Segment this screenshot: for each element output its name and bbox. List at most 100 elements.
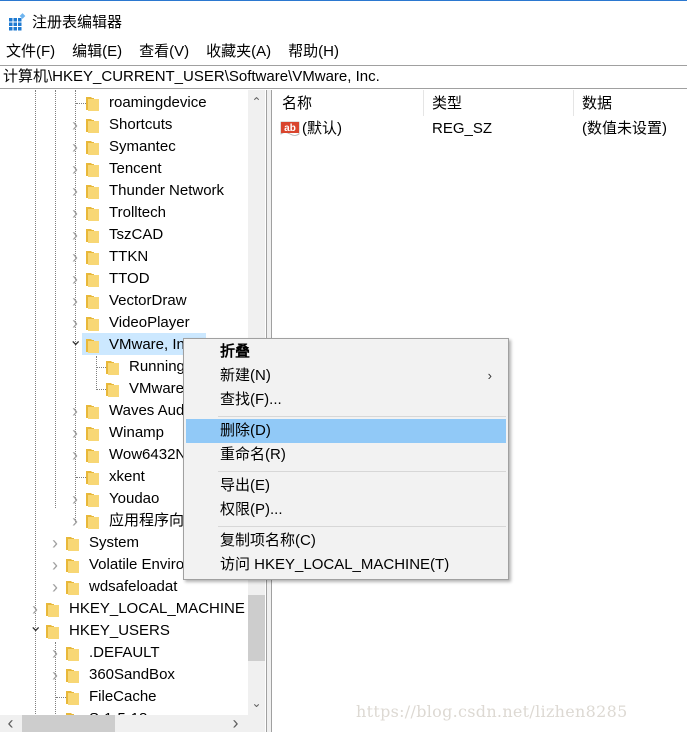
tree-item-label: xkent xyxy=(109,468,145,485)
tree-item-label: FileCache xyxy=(89,688,157,705)
chevron-right-icon[interactable]: › xyxy=(69,268,81,290)
tree-item-label: TTKN xyxy=(109,248,149,265)
folder-icon xyxy=(46,624,60,639)
chevron-right-icon[interactable]: › xyxy=(69,290,81,312)
chevron-right-icon[interactable]: › xyxy=(69,422,81,444)
tree-item[interactable]: › TTKN xyxy=(0,246,248,268)
chevron-right-icon[interactable]: › xyxy=(69,444,81,466)
tree-item-label: 360SandBox xyxy=(89,666,175,683)
menu-separator xyxy=(218,526,506,527)
chevron-right-icon[interactable]: › xyxy=(49,576,61,598)
tree-item-label: roamingdevice xyxy=(109,94,207,111)
ctx-new[interactable]: 新建(N) › xyxy=(186,364,506,388)
tree-item[interactable]: › TszCAD xyxy=(0,224,248,246)
tree-item-label: Trolltech xyxy=(109,204,166,221)
chevron-right-icon[interactable]: › xyxy=(69,180,81,202)
folder-icon xyxy=(86,96,100,111)
tree-item-label: .DEFAULT xyxy=(89,644,160,661)
folder-icon xyxy=(86,206,100,221)
tree-item[interactable]: › VideoPlayer xyxy=(0,312,248,334)
tree-item[interactable]: FileCache xyxy=(0,686,248,708)
folder-icon xyxy=(106,382,120,397)
tree-item[interactable]: › VectorDraw xyxy=(0,290,248,312)
chevron-right-icon[interactable]: › xyxy=(49,532,61,554)
chevron-right-icon[interactable]: › xyxy=(49,642,61,664)
chevron-right-icon[interactable]: › xyxy=(69,158,81,180)
tree-horizontal-scrollbar[interactable]: ‹ › xyxy=(0,714,248,732)
tree-item-label: wdsafeloadat xyxy=(89,578,178,595)
ctx-rename[interactable]: 重命名(R) xyxy=(186,443,506,467)
column-header-type[interactable]: 类型 xyxy=(422,90,574,116)
tree-item[interactable]: › Tencent xyxy=(0,158,248,180)
folder-icon xyxy=(86,426,100,441)
chevron-right-icon[interactable]: › xyxy=(29,598,41,620)
tree-item-label: TszCAD xyxy=(109,226,164,243)
folder-icon xyxy=(66,646,80,661)
scroll-up-arrow-icon[interactable]: ⌃ xyxy=(248,94,265,111)
folder-icon xyxy=(66,690,80,705)
column-header-data[interactable]: 数据 xyxy=(572,90,687,116)
menu-view[interactable]: 查看(V) xyxy=(133,40,195,64)
column-header-name[interactable]: 名称 xyxy=(272,90,424,116)
tree-item[interactable]: › Symantec xyxy=(0,136,248,158)
tree-item[interactable]: › HKEY_LOCAL_MACHINE xyxy=(0,598,248,620)
tree-item[interactable]: › Shortcuts xyxy=(0,114,248,136)
chevron-right-icon[interactable]: › xyxy=(69,400,81,422)
folder-icon xyxy=(106,360,120,375)
tree-item[interactable]: roamingdevice xyxy=(0,92,248,114)
folder-icon xyxy=(66,668,80,683)
chevron-right-icon[interactable]: › xyxy=(69,510,81,532)
tree-item[interactable]: › TTOD xyxy=(0,268,248,290)
chevron-right-icon[interactable]: › xyxy=(69,488,81,510)
tree-item-label: TTOD xyxy=(109,270,150,287)
folder-icon xyxy=(86,140,100,155)
tree-vertical-scroll-thumb[interactable] xyxy=(248,595,265,661)
menu-file[interactable]: 文件(F) xyxy=(0,40,61,64)
chevron-right-icon[interactable]: › xyxy=(69,224,81,246)
ctx-find[interactable]: 查找(F)... xyxy=(186,388,506,412)
folder-icon xyxy=(86,404,100,419)
folder-icon xyxy=(86,514,100,529)
chevron-right-icon[interactable]: › xyxy=(69,114,81,136)
value-row[interactable]: (默认) REG_SZ (数值未设置) xyxy=(272,118,687,140)
chevron-right-icon[interactable]: › xyxy=(49,554,61,576)
ctx-permissions[interactable]: 权限(P)... xyxy=(186,498,506,522)
folder-icon xyxy=(66,580,80,595)
ctx-goto-hklm[interactable]: 访问 HKEY_LOCAL_MACHINE(T) xyxy=(186,553,506,577)
chevron-down-icon[interactable]: ⌄ xyxy=(29,619,42,642)
menu-favorites[interactable]: 收藏夹(A) xyxy=(200,40,277,64)
value-type: REG_SZ xyxy=(432,120,493,137)
tree-horizontal-scroll-thumb[interactable] xyxy=(22,715,115,732)
menu-bar: 文件(F) 编辑(E) 查看(V) 收藏夹(A) 帮助(H) xyxy=(0,40,687,64)
folder-icon xyxy=(86,492,100,507)
chevron-right-icon[interactable]: › xyxy=(69,202,81,224)
address-bar[interactable]: 计算机\HKEY_CURRENT_USER\Software\VMware, I… xyxy=(0,65,687,89)
tree-item[interactable]: › Thunder Network xyxy=(0,180,248,202)
chevron-down-icon[interactable]: ⌄ xyxy=(69,333,82,356)
ctx-collapse[interactable]: 折叠 xyxy=(186,340,506,364)
scroll-right-arrow-icon[interactable]: › xyxy=(227,714,244,732)
scroll-down-arrow-icon[interactable]: ⌄ xyxy=(248,695,265,712)
chevron-right-icon[interactable]: › xyxy=(49,664,61,686)
chevron-right-icon[interactable]: › xyxy=(69,312,81,334)
tree-item[interactable]: ⌄ HKEY_USERS xyxy=(0,619,248,642)
chevron-right-icon[interactable]: › xyxy=(69,246,81,268)
scroll-left-arrow-icon[interactable]: ‹ xyxy=(2,714,19,732)
menu-help[interactable]: 帮助(H) xyxy=(282,40,345,64)
folder-icon xyxy=(86,272,100,287)
folder-icon xyxy=(66,558,80,573)
tree-item-label: Shortcuts xyxy=(109,116,173,133)
watermark: https://blog.csdn.net/lizhen8285 xyxy=(356,702,628,721)
chevron-right-icon[interactable]: › xyxy=(69,136,81,158)
registry-editor-icon xyxy=(9,13,26,31)
ctx-copy-key-name[interactable]: 复制项名称(C) xyxy=(186,529,506,553)
menu-edit[interactable]: 编辑(E) xyxy=(66,40,128,64)
tree-item[interactable]: › 360SandBox xyxy=(0,664,248,686)
tree-item[interactable]: › Trolltech xyxy=(0,202,248,224)
ctx-delete[interactable]: 删除(D) xyxy=(186,419,506,443)
folder-icon xyxy=(46,602,60,617)
ctx-export[interactable]: 导出(E) xyxy=(186,474,506,498)
folder-icon xyxy=(66,536,80,551)
menu-separator xyxy=(218,416,506,417)
tree-item[interactable]: › .DEFAULT xyxy=(0,642,248,664)
